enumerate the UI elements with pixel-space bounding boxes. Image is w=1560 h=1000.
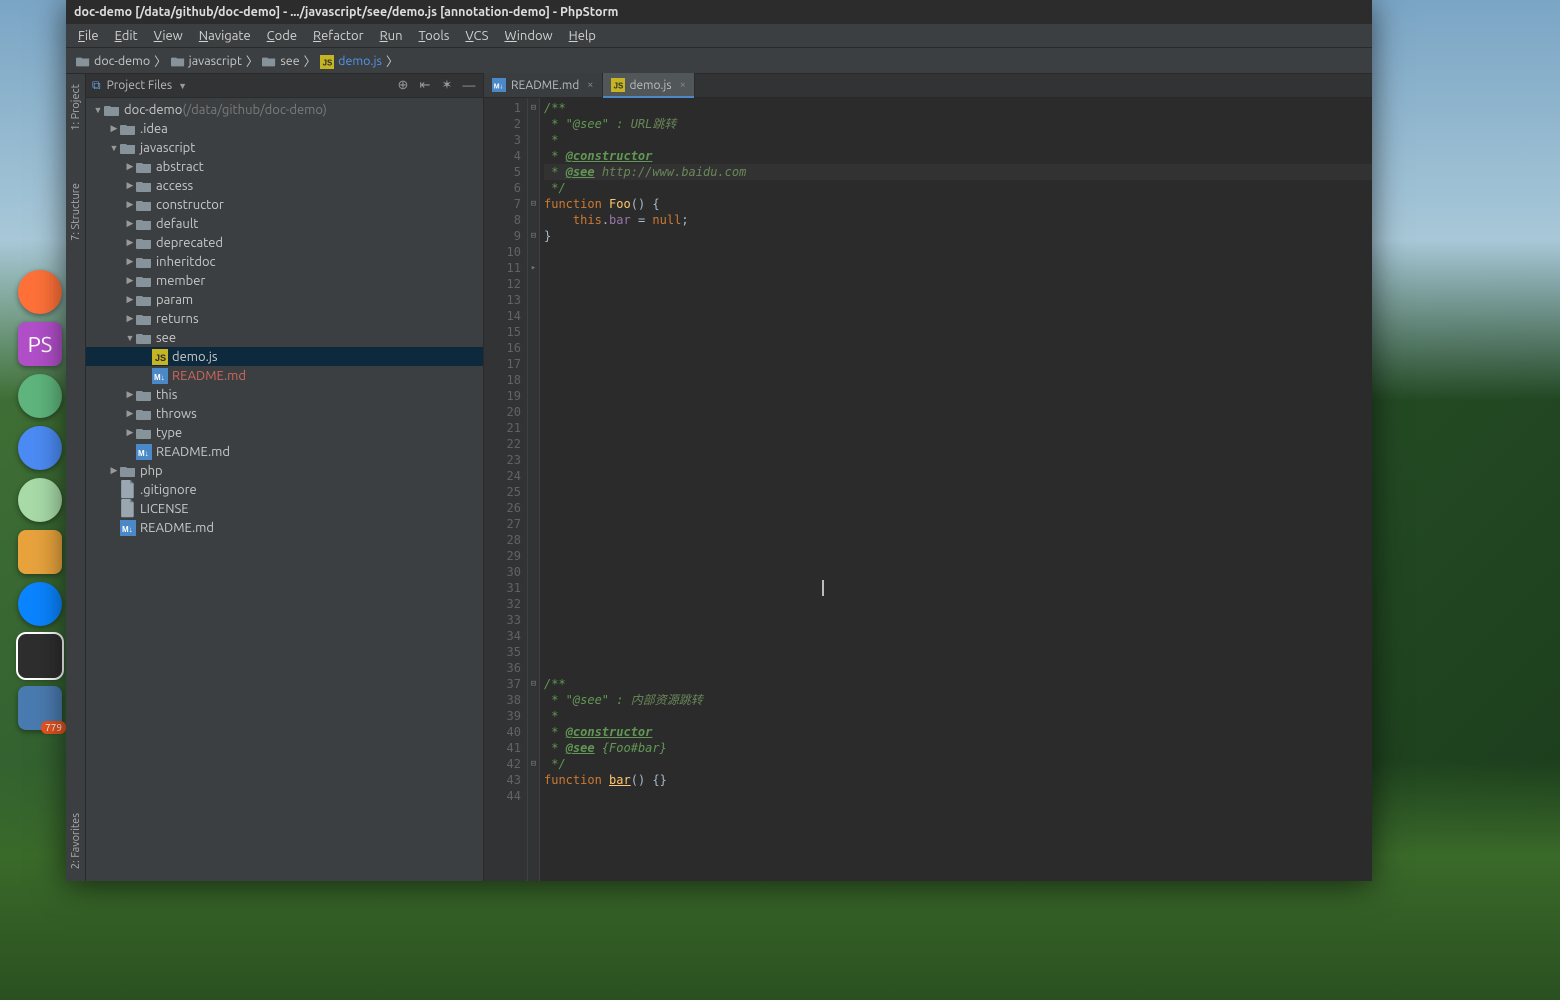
dock-chrome-icon[interactable] <box>18 426 62 470</box>
tree-node[interactable]: throws <box>86 404 483 423</box>
breadcrumb-item[interactable]: JSdemo.js <box>316 54 386 68</box>
code[interactable]: /** * "@see" : URL跳转 * * @constructor * … <box>540 98 1372 881</box>
tool-tab-favorites[interactable]: 2: Favorites <box>68 807 84 875</box>
breadcrumb-item[interactable]: see <box>258 54 303 68</box>
tree-node[interactable]: M↓README.md <box>86 518 483 537</box>
menu-run[interactable]: Run <box>372 26 411 46</box>
dock-firefox-icon[interactable] <box>18 270 62 314</box>
editor-tab[interactable]: M↓README.md× <box>484 73 603 97</box>
project-tree[interactable]: doc-demo (/data/github/doc-demo).ideajav… <box>86 98 483 881</box>
tool-tab-project[interactable]: 1: Project <box>68 78 84 137</box>
editor-tabs: M↓README.md×JSdemo.js× <box>484 74 1372 98</box>
dock-terminal-icon[interactable] <box>18 634 62 678</box>
menu-edit[interactable]: Edit <box>107 26 146 46</box>
close-icon[interactable]: × <box>587 79 593 91</box>
tree-node[interactable]: JSdemo.js <box>86 347 483 366</box>
collapse-icon[interactable]: ⇤ <box>417 78 433 94</box>
breadcrumb: doc-demo〉javascript〉see〉JSdemo.js〉 <box>66 48 1372 74</box>
menu-view[interactable]: View <box>146 26 191 46</box>
tree-node[interactable]: php <box>86 461 483 480</box>
target-icon[interactable]: ⊕ <box>395 78 411 94</box>
tree-node[interactable]: inheritdoc <box>86 252 483 271</box>
tree-node[interactable]: default <box>86 214 483 233</box>
svg-text:JS: JS <box>155 353 166 363</box>
breadcrumb-item[interactable]: javascript <box>167 54 246 68</box>
tree-node[interactable]: access <box>86 176 483 195</box>
dock-firefox-dev-icon[interactable] <box>18 582 62 626</box>
window-titlebar[interactable]: doc-demo [/data/github/doc-demo] - .../j… <box>66 0 1372 24</box>
tree-node[interactable]: doc-demo (/data/github/doc-demo) <box>86 100 483 119</box>
breadcrumb-item[interactable]: doc-demo <box>72 54 154 68</box>
tree-node[interactable]: .gitignore <box>86 480 483 499</box>
svg-text:M↓: M↓ <box>138 449 149 458</box>
menu-help[interactable]: Help <box>561 26 604 46</box>
project-view-icon: ⧉ <box>92 79 101 93</box>
tree-node[interactable]: type <box>86 423 483 442</box>
close-icon[interactable]: × <box>680 79 686 91</box>
tree-node[interactable]: param <box>86 290 483 309</box>
tree-node[interactable]: .idea <box>86 119 483 138</box>
project-panel-title[interactable]: Project Files <box>107 79 173 92</box>
tool-tab-structure[interactable]: 7: Structure <box>68 177 84 247</box>
menu-tools[interactable]: Tools <box>411 26 458 46</box>
menu-file[interactable]: File <box>70 26 107 46</box>
svg-text:M↓: M↓ <box>494 84 503 91</box>
menu-refactor[interactable]: Refactor <box>305 26 372 46</box>
project-panel: ⧉ Project Files ▼ ⊕ ⇤ ✶ — doc-demo (/dat… <box>86 74 484 881</box>
window-title: doc-demo [/data/github/doc-demo] - .../j… <box>74 5 618 19</box>
app-window: doc-demo [/data/github/doc-demo] - .../j… <box>66 0 1372 881</box>
tree-node[interactable]: this <box>86 385 483 404</box>
fold-strip[interactable]: ⊟⊟⊟▸⊟⊟ <box>528 98 540 881</box>
menu-navigate[interactable]: Navigate <box>191 26 259 46</box>
menubar: FileEditViewNavigateCodeRefactorRunTools… <box>66 24 1372 48</box>
editor-tab[interactable]: JSdemo.js× <box>603 73 695 97</box>
hide-icon[interactable]: — <box>461 78 477 94</box>
svg-text:M↓: M↓ <box>154 373 165 382</box>
tree-node[interactable]: see <box>86 328 483 347</box>
editor[interactable]: 1234567891011121314151617181920212223242… <box>484 98 1372 881</box>
left-tool-strip: 1: Project 7: Structure 2: Favorites <box>66 74 86 881</box>
menu-code[interactable]: Code <box>259 26 305 46</box>
editor-area: M↓README.md×JSdemo.js× 12345678910111213… <box>484 74 1372 881</box>
menu-window[interactable]: Window <box>496 26 560 46</box>
svg-text:JS: JS <box>613 82 623 91</box>
tree-node[interactable]: LICENSE <box>86 499 483 518</box>
dock-phpstorm-icon[interactable]: PS <box>18 322 62 366</box>
tree-node[interactable]: member <box>86 271 483 290</box>
dock-atom-icon[interactable] <box>18 374 62 418</box>
tree-node[interactable]: M↓README.md <box>86 366 483 385</box>
settings-icon[interactable]: ✶ <box>439 78 455 94</box>
tree-node[interactable]: M↓README.md <box>86 442 483 461</box>
tree-node[interactable]: returns <box>86 309 483 328</box>
svg-text:JS: JS <box>323 58 333 67</box>
dropdown-icon[interactable]: ▼ <box>178 81 187 91</box>
tree-node[interactable]: javascript <box>86 138 483 157</box>
tree-node[interactable]: constructor <box>86 195 483 214</box>
svg-text:M↓: M↓ <box>122 525 133 534</box>
dock-wechat-icon[interactable] <box>18 478 62 522</box>
dock-unknown-icon[interactable]: 779 <box>18 686 62 730</box>
tree-node[interactable]: deprecated <box>86 233 483 252</box>
gutter[interactable]: 1234567891011121314151617181920212223242… <box>484 98 528 881</box>
dock: PS 779 <box>18 270 62 730</box>
dock-files-icon[interactable] <box>18 530 62 574</box>
menu-vcs[interactable]: VCS <box>457 26 496 46</box>
text-cursor <box>822 580 824 596</box>
project-panel-header: ⧉ Project Files ▼ ⊕ ⇤ ✶ — <box>86 74 483 98</box>
tree-node[interactable]: abstract <box>86 157 483 176</box>
